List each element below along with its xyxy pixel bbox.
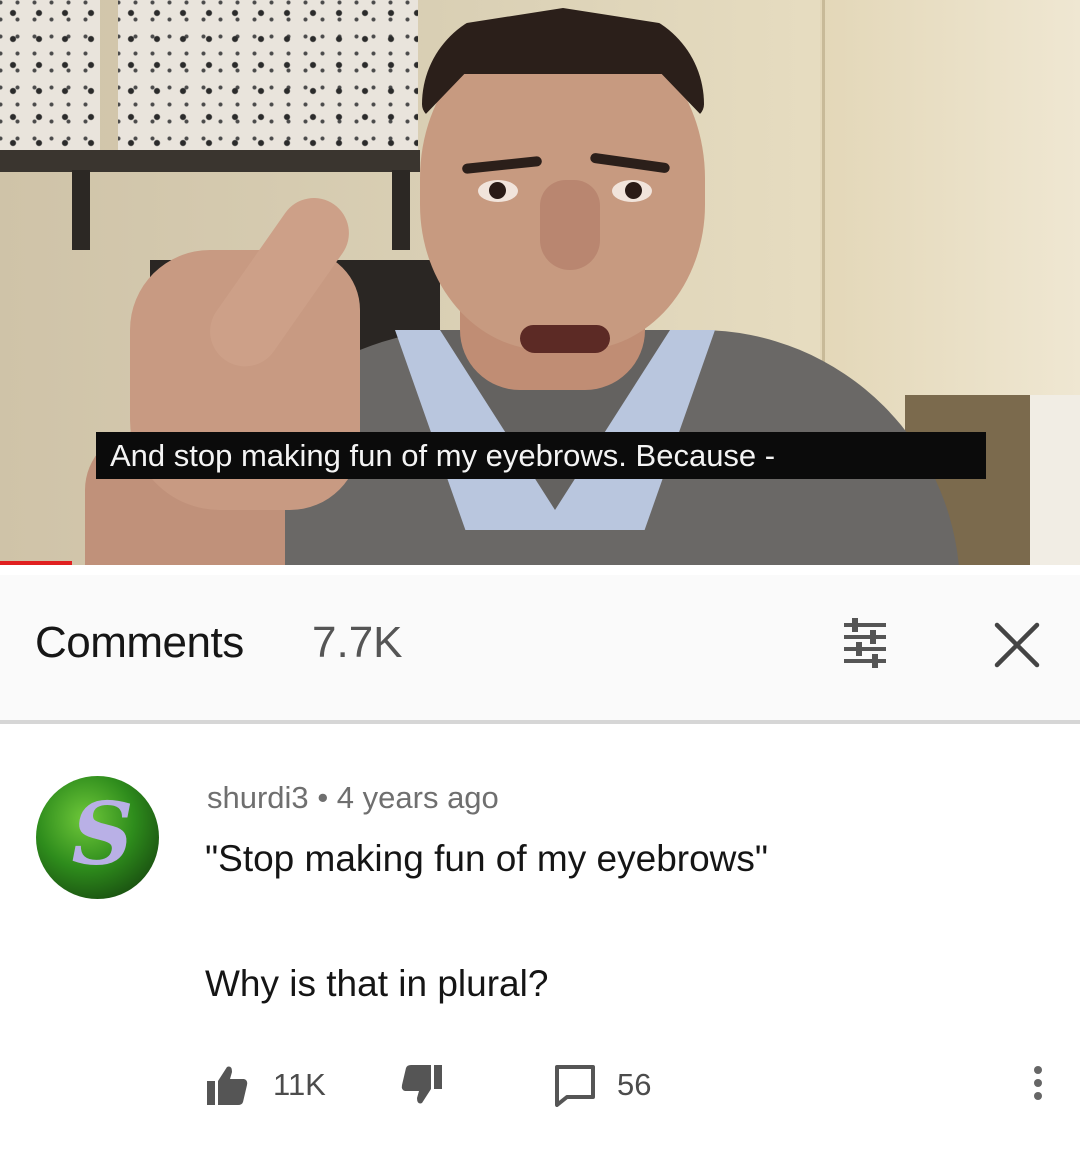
side-object — [1030, 395, 1080, 565]
right-pupil — [625, 182, 642, 199]
shelf-bracket — [392, 170, 410, 250]
comment-author[interactable]: shurdi3 — [207, 780, 309, 815]
comments-count: 7.7K — [312, 618, 403, 667]
reply-icon — [555, 1065, 595, 1107]
reply-button[interactable]: 56 — [553, 1060, 651, 1110]
shelf — [0, 150, 420, 172]
person-nose — [540, 180, 600, 270]
comment-text-line: Why is that in plural? — [205, 963, 549, 1004]
meta-separator: • — [317, 780, 329, 815]
close-button[interactable] — [990, 618, 1044, 672]
avatar-letter: S — [71, 784, 133, 885]
header-divider — [0, 720, 1080, 724]
video-player[interactable]: And stop making fun of my eyebrows. Beca… — [0, 0, 1080, 565]
left-pupil — [489, 182, 506, 199]
thumbs-up-icon — [207, 1066, 248, 1105]
like-count: 11K — [273, 1067, 326, 1102]
video-progress-bar[interactable] — [0, 561, 73, 565]
dislike-button[interactable] — [400, 1060, 444, 1110]
thumbs-down-icon — [401, 1065, 442, 1104]
comment-time: 4 years ago — [336, 780, 499, 815]
sort-button[interactable] — [838, 615, 892, 671]
avatar[interactable]: S — [36, 776, 159, 899]
comment-meta: shurdi3 • 4 years ago — [207, 780, 499, 816]
wall-edge — [822, 0, 825, 400]
video-caption: And stop making fun of my eyebrows. Beca… — [96, 432, 986, 479]
sort-icon — [844, 618, 886, 668]
more-button[interactable] — [1020, 1058, 1056, 1108]
like-button[interactable]: 11K — [205, 1060, 326, 1110]
storage-box — [118, 0, 418, 150]
close-icon — [994, 622, 1040, 668]
person-mouth — [520, 325, 610, 353]
reply-count: 56 — [617, 1067, 652, 1102]
comments-title: Comments — [35, 618, 244, 667]
storage-box — [0, 0, 100, 150]
shelf-bracket — [72, 170, 90, 250]
comment-text-line: "Stop making fun of my eyebrows" — [205, 838, 769, 879]
